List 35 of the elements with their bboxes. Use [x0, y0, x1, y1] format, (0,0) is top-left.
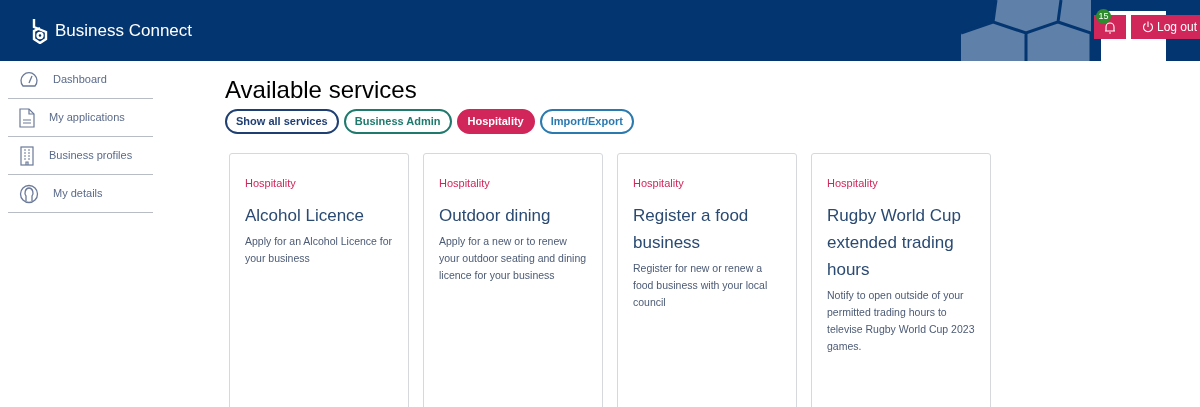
category-label: Hospitality [439, 176, 491, 191]
service-card[interactable]: Hospitality Register a food business Register for new or renew a food business with your local council [617, 153, 797, 407]
bell-icon [1104, 20, 1116, 34]
filter-chip[interactable]: Business Admin [343, 109, 452, 134]
category-label: Hospitality [245, 176, 297, 191]
power-icon [1142, 21, 1154, 33]
logout-button[interactable]: Log out [1131, 15, 1200, 39]
card-title: Rugby World Cup extended trading hours [827, 204, 962, 281]
sidebar-item[interactable]: My details [8, 175, 153, 213]
category-label: Hospitality [633, 176, 685, 191]
logo-icon [31, 17, 49, 44]
category-label: Hospitality [827, 176, 879, 191]
gauge-icon [19, 69, 39, 90]
card-title: Register a food business [633, 204, 750, 254]
card-title: Alcohol Licence [245, 204, 366, 227]
filter-chip[interactable]: Import/Export [539, 109, 634, 134]
filter-chip[interactable]: Show all services [225, 109, 339, 134]
service-card[interactable]: Hospitality Rugby World Cup extended trading hours Notify to open outside of your permitted trading hours to televise Rugby World Cup 2023 games. [811, 153, 991, 407]
card-description: Notify to open outside of your permitted trading hours to televise Rugby World Cup 2023 games. [827, 287, 975, 354]
card-title: Outdoor dining [439, 204, 552, 227]
sidebar-item[interactable]: Dashboard [8, 61, 153, 99]
brand-name: Business Connect [55, 19, 193, 42]
card-description: Apply for a new or to renew your outdoor seating and dining licence for your business [439, 233, 587, 283]
card-description: Register for new or renew a food business with your local council [633, 260, 769, 310]
service-card[interactable]: Hospitality Alcohol Licence Apply for an Alcohol Licence for your business [229, 153, 409, 407]
page-title: Available services [225, 75, 418, 105]
notification-button[interactable] [1094, 15, 1126, 39]
document-icon [19, 107, 35, 128]
service-card[interactable]: Hospitality Outdoor dining Apply for a new or to renew your outdoor seating and dining licence for your business [423, 153, 603, 407]
person-icon [19, 183, 39, 204]
building-icon [19, 145, 35, 166]
sidebar-item[interactable]: My applications [8, 99, 153, 137]
sidebar-item[interactable]: Business profiles [8, 137, 153, 175]
filter-chip[interactable]: Hospitality [456, 109, 535, 134]
card-description: Apply for an Alcohol Licence for your business [245, 233, 393, 266]
